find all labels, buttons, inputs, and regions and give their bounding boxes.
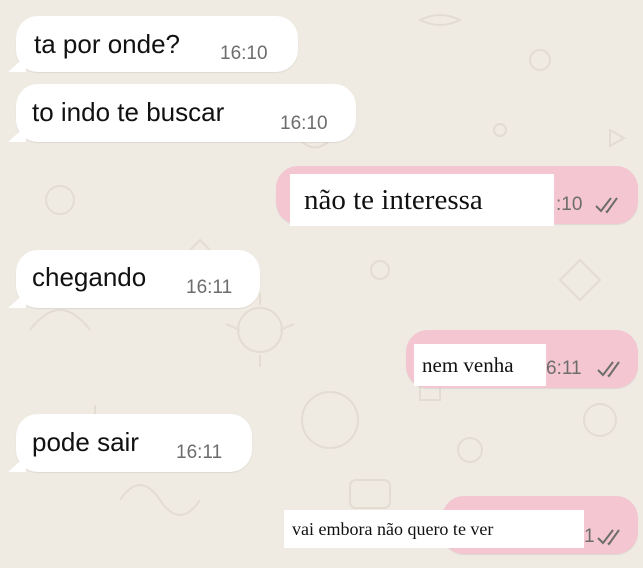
message-time: 16:10 — [280, 113, 328, 134]
overlay-text: nem venha — [422, 352, 514, 377]
overlay-text: vai embora não quero te ver — [292, 518, 494, 539]
message-text: to indo te buscar — [32, 97, 225, 127]
incoming-message-bubble[interactable]: to indo te buscar 16:10 — [16, 84, 356, 142]
text-overlay-sticker: não te interessa — [290, 174, 554, 226]
message-text: chegando — [32, 262, 147, 292]
double-check-icon — [595, 197, 618, 214]
message-text: ta por onde? — [34, 29, 181, 59]
message-time: 16:10 — [220, 43, 268, 64]
double-check-icon — [597, 361, 620, 378]
incoming-message-bubble[interactable]: chegando 16:11 — [16, 250, 260, 308]
text-overlay-sticker: nem venha — [414, 344, 546, 386]
incoming-message-bubble[interactable]: pode sair 16:11 — [16, 414, 252, 472]
message-time: 16:11 — [176, 442, 223, 463]
message-time-partial: 1 — [584, 526, 595, 547]
message-time-partial: :10 — [556, 194, 583, 215]
incoming-message-bubble[interactable]: ta por onde? 16:10 — [16, 16, 298, 72]
message-time-partial: 6:11 — [546, 358, 582, 379]
message-text: pode sair — [32, 427, 139, 457]
overlay-text: não te interessa — [304, 183, 483, 216]
double-check-icon — [597, 529, 620, 546]
message-time: 16:11 — [186, 277, 233, 298]
text-overlay-sticker: vai embora não quero te ver — [284, 510, 584, 548]
